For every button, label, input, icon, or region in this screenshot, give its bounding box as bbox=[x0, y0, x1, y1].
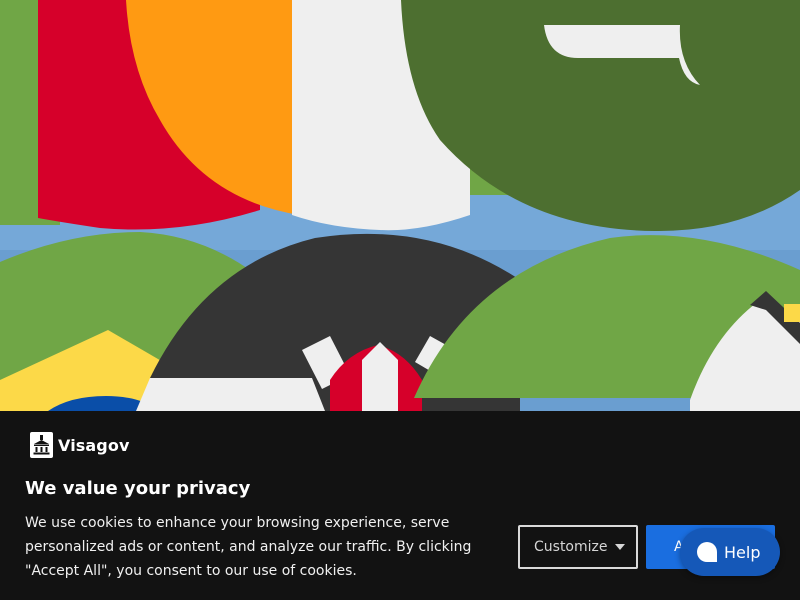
help-button[interactable]: Help bbox=[680, 528, 780, 576]
government-building-icon bbox=[30, 432, 53, 458]
chat-bubble-icon bbox=[697, 542, 717, 562]
caret-down-icon bbox=[614, 544, 625, 550]
help-label: Help bbox=[724, 542, 761, 562]
cookie-consent-banner: Visagov We value your privacy We use coo… bbox=[0, 411, 800, 600]
page: Visagov We value your privacy We use coo… bbox=[0, 0, 800, 600]
white-band bbox=[136, 378, 325, 411]
yellow-corner bbox=[784, 304, 800, 322]
brand-name: Visagov bbox=[58, 435, 130, 455]
banner-body-text: We use cookies to enhance your browsing … bbox=[25, 515, 472, 579]
customize-button[interactable]: Customize bbox=[518, 525, 638, 569]
banner-title: We value your privacy bbox=[25, 478, 251, 499]
customize-label: Customize bbox=[534, 539, 608, 555]
brand: Visagov bbox=[30, 432, 129, 458]
